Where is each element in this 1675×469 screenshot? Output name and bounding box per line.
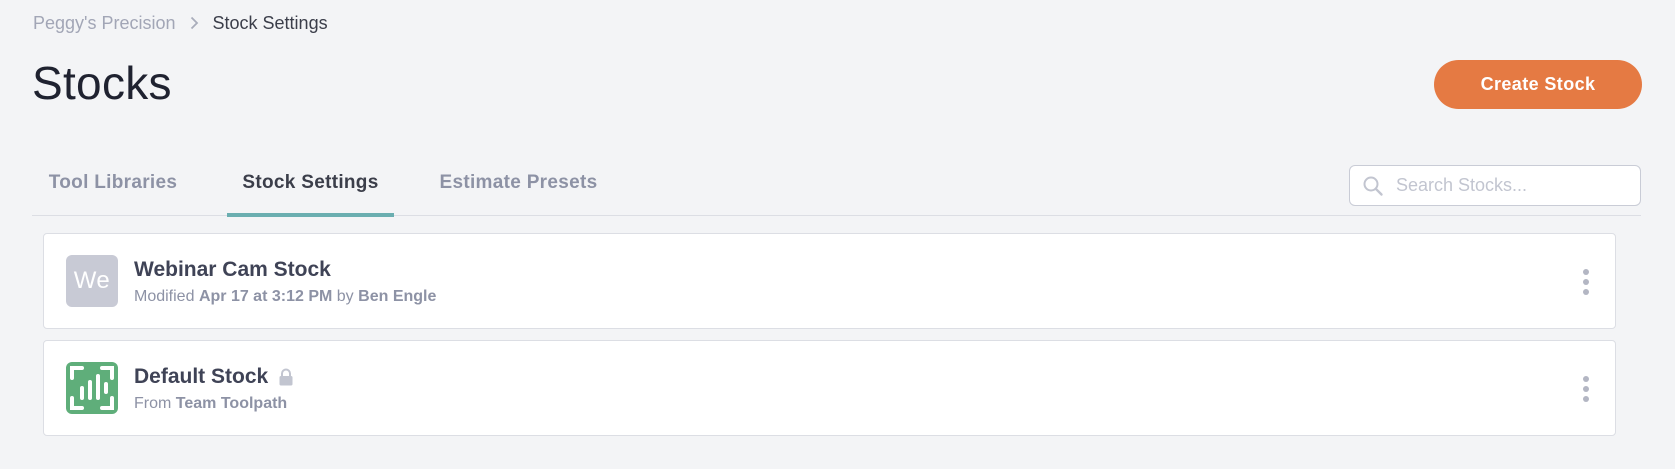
stock-name-label: Webinar Cam Stock xyxy=(134,258,331,281)
stock-card-default[interactable]: Default Stock From Team Toolpath xyxy=(43,340,1616,436)
lock-icon xyxy=(278,368,294,386)
meta-source: Team Toolpath xyxy=(175,395,288,412)
stock-meta: Modified Apr 17 at 3:12 PM by Ben Engle xyxy=(134,287,436,307)
more-options-icon[interactable] xyxy=(1575,260,1597,304)
meta-time: Apr 17 at 3:12 PM xyxy=(198,288,333,305)
meta-prefix: Modified xyxy=(134,288,195,305)
page-title: Stocks xyxy=(32,57,172,109)
stock-list: We Webinar Cam Stock Modified Apr 17 at … xyxy=(43,233,1616,447)
stock-info: Default Stock From Team Toolpath xyxy=(134,364,294,414)
create-stock-button[interactable]: Create Stock xyxy=(1434,60,1642,109)
stock-meta: From Team Toolpath xyxy=(134,394,294,414)
stock-name: Default Stock xyxy=(134,364,294,390)
stock-name: Webinar Cam Stock xyxy=(134,257,436,283)
search-icon xyxy=(1362,175,1384,197)
breadcrumb-workspace-link[interactable]: Peggy's Precision xyxy=(33,10,176,36)
more-options-icon[interactable] xyxy=(1575,367,1597,411)
stock-name-label: Default Stock xyxy=(134,365,269,388)
stocks-page: Peggy's Precision Stock Settings Stocks … xyxy=(0,0,1675,469)
search-box[interactable] xyxy=(1349,165,1641,206)
stock-info: Webinar Cam Stock Modified Apr 17 at 3:1… xyxy=(134,257,436,307)
chevron-right-icon xyxy=(190,16,199,30)
meta-by: by xyxy=(336,288,354,305)
breadcrumb-current: Stock Settings xyxy=(212,13,328,33)
meta-user: Ben Engle xyxy=(358,288,437,305)
stock-avatar: We xyxy=(66,255,118,307)
meta-prefix: From xyxy=(134,395,172,412)
stock-card-webinar-cam[interactable]: We Webinar Cam Stock Modified Apr 17 at … xyxy=(43,233,1616,329)
breadcrumb: Peggy's Precision Stock Settings xyxy=(33,10,328,36)
tab-stock-settings[interactable]: Stock Settings xyxy=(227,158,394,217)
toolpath-logo-icon xyxy=(66,362,118,414)
search-input[interactable] xyxy=(1396,175,1636,196)
tab-estimate-presets[interactable]: Estimate Presets xyxy=(427,158,610,216)
tab-tool-libraries[interactable]: Tool Libraries xyxy=(32,158,194,216)
